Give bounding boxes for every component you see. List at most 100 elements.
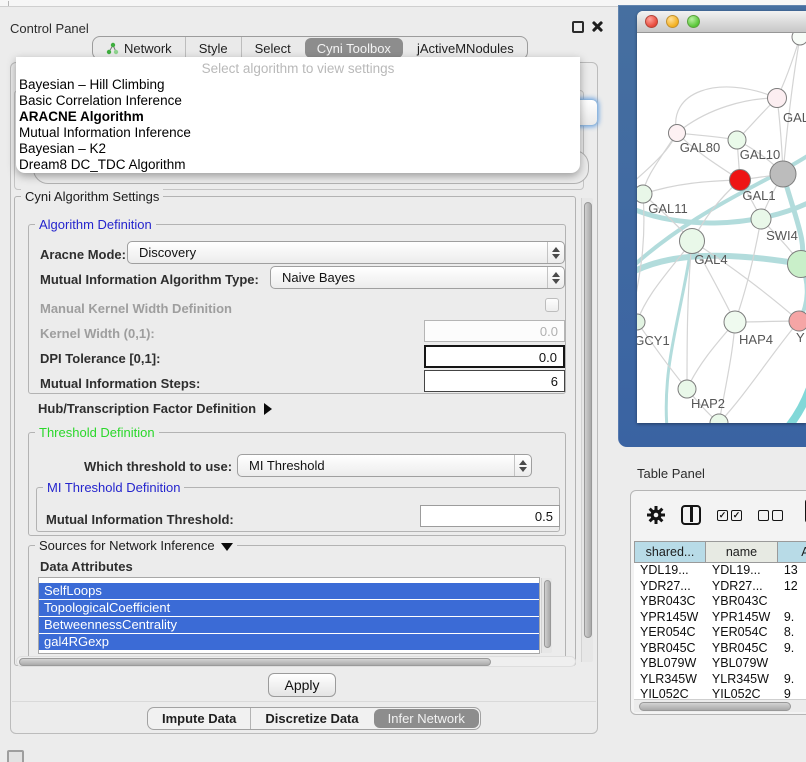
dropdown-item[interactable]: Mutual Information Inference (16, 125, 580, 141)
manual-kernel-checkbox[interactable] (545, 298, 559, 312)
table-cell[interactable]: 13 (778, 563, 806, 579)
dropdown-item[interactable]: Basic Correlation Inference (16, 93, 580, 109)
table-cell[interactable]: YER054C (634, 625, 706, 641)
deselect-all-checkboxes-icon[interactable] (758, 510, 783, 521)
network-edge[interactable] (785, 363, 806, 423)
table-row[interactable]: YBL079WYBL079W (634, 656, 806, 672)
tab-impute-data[interactable]: Impute Data (148, 708, 250, 729)
scrollbar-thumb[interactable] (584, 202, 592, 638)
column-header[interactable]: name (706, 541, 778, 563)
network-edge[interactable] (677, 98, 777, 133)
node-hap4[interactable] (724, 311, 746, 333)
network-edge[interactable] (783, 37, 800, 174)
node-gray[interactable] (770, 161, 796, 187)
table-row[interactable]: YDR27...YDR27...12 (634, 579, 806, 595)
table-row[interactable]: YLR345WYLR345W9. (634, 672, 806, 688)
aracne-mode-combobox[interactable]: Discovery (127, 241, 565, 264)
tab-network[interactable]: Network (93, 37, 185, 59)
dock-panel-icon[interactable] (7, 750, 24, 762)
node-y[interactable] (789, 311, 806, 331)
collapse-arrow-icon[interactable] (221, 543, 233, 551)
column-header[interactable]: A (778, 541, 806, 563)
network-edge[interactable] (687, 322, 735, 389)
dropdown-item[interactable]: Bayesian – K2 (16, 141, 580, 157)
list-vertical-scrollbar[interactable] (541, 578, 552, 653)
tab-infer-network[interactable]: Infer Network (374, 709, 479, 728)
dropdown-item[interactable]: Dream8 DC_TDC Algorithm (16, 157, 580, 173)
table-cell[interactable]: YBR045C (706, 641, 778, 657)
table-cell[interactable]: YDL19... (706, 563, 778, 579)
network-edge[interactable] (643, 180, 740, 194)
table-cell[interactable]: YER054C (706, 625, 778, 641)
data-attributes-list[interactable]: SelfLoops TopologicalCoefficient Between… (38, 577, 540, 654)
select-all-checkboxes-icon[interactable]: ✓✓ (717, 510, 742, 521)
tab-style[interactable]: Style (185, 37, 241, 59)
zoom-traffic-light-icon[interactable] (687, 15, 700, 28)
kernel-width-field[interactable]: 0.0 (424, 320, 565, 342)
tab-select[interactable]: Select (241, 37, 304, 59)
table-cell[interactable]: YPR145W (634, 610, 706, 626)
table-cell[interactable]: YBR043C (634, 594, 706, 610)
dpi-tolerance-field[interactable]: 0.0 (424, 345, 565, 368)
mi-threshold-field[interactable]: 0.5 (420, 505, 560, 527)
mi-type-combobox[interactable]: Naive Bayes (270, 266, 565, 289)
table-row[interactable]: YPR145WYPR145W9. (634, 610, 806, 626)
network-canvas[interactable]: GALGAL80GAL10GAL1GAL11SWI4GAL4GCY1HAP4YH… (637, 33, 806, 423)
node-pink-top[interactable] (768, 89, 787, 108)
gear-icon[interactable] (647, 506, 665, 524)
list-item[interactable]: SelfLoops (39, 583, 539, 599)
table-cell[interactable]: YDL19... (634, 563, 706, 579)
tab-jactivemnodules[interactable]: jActiveMNodules (404, 37, 527, 59)
dropdown-item[interactable]: Bayesian – Hill Climbing (16, 77, 580, 93)
table-cell[interactable]: YDR27... (634, 579, 706, 595)
table-horizontal-scrollbar[interactable] (634, 699, 806, 712)
list-item[interactable]: gal4RGexp (39, 634, 539, 650)
tab-discretize-data[interactable]: Discretize Data (250, 708, 372, 729)
which-threshold-combobox[interactable]: MI Threshold (237, 454, 532, 477)
hub-definition-expander[interactable]: Hub/Transcription Factor Definition (38, 401, 272, 416)
table-row[interactable]: YER054CYER054C8. (634, 625, 806, 641)
table-cell[interactable]: YBR043C (706, 594, 778, 610)
table-cell[interactable]: YBR045C (634, 641, 706, 657)
scrollbar-thumb[interactable] (544, 580, 551, 648)
table-row[interactable]: YBR043CYBR043C (634, 594, 806, 610)
node-gal80[interactable] (669, 125, 686, 142)
table-row[interactable]: YBR045CYBR045C9. (634, 641, 806, 657)
node-gal1[interactable] (751, 209, 771, 229)
node-gal4[interactable] (680, 229, 705, 254)
float-window-icon[interactable] (572, 21, 584, 33)
table-cell[interactable]: 12 (778, 579, 806, 595)
mi-steps-field[interactable]: 6 (424, 370, 565, 392)
scrollbar-thumb[interactable] (19, 658, 491, 666)
dropdown-item-selected[interactable]: ARACNE Algorithm (16, 109, 580, 125)
table-cell[interactable]: YPR145W (706, 610, 778, 626)
table-cell[interactable]: 8. (778, 625, 806, 641)
network-edge[interactable] (637, 133, 677, 183)
table-cell[interactable]: 9. (778, 672, 806, 688)
table-cell[interactable]: YLR345W (706, 672, 778, 688)
table-cell[interactable]: YBL079W (634, 656, 706, 672)
minimize-traffic-light-icon[interactable] (666, 15, 679, 28)
column-header[interactable]: shared... (634, 541, 706, 563)
tab-cyni-toolbox[interactable]: Cyni Toolbox (305, 38, 403, 58)
table-cell[interactable]: YDR27... (706, 579, 778, 595)
table-row[interactable]: YDL19...YDL19...13 (634, 563, 806, 579)
table-cell[interactable]: YBL079W (706, 656, 778, 672)
table-cell[interactable]: 9. (778, 641, 806, 657)
scrollbar-thumb[interactable] (639, 702, 791, 711)
close-icon[interactable] (591, 20, 604, 33)
table-cell[interactable]: 9. (778, 610, 806, 626)
table-cell[interactable] (778, 594, 806, 610)
list-item[interactable]: TopologicalCoefficient (39, 600, 539, 616)
network-edge[interactable] (735, 219, 761, 322)
settings-horizontal-scrollbar[interactable] (16, 656, 576, 667)
list-item[interactable]: BetweennessCentrality (39, 617, 539, 633)
split-panel-icon[interactable] (681, 505, 701, 525)
network-edge[interactable] (676, 87, 777, 133)
table-cell[interactable] (778, 656, 806, 672)
apply-button[interactable]: Apply (268, 673, 336, 697)
node-swi4[interactable] (788, 251, 806, 278)
node-gcy1[interactable] (637, 314, 645, 330)
node-top[interactable] (792, 33, 806, 45)
close-traffic-light-icon[interactable] (645, 15, 658, 28)
